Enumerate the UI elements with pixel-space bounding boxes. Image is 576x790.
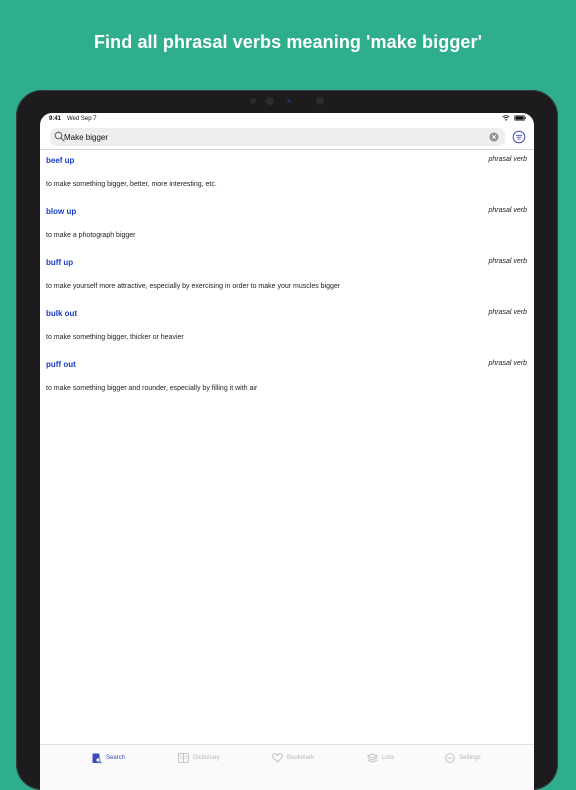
entry-part-of-speech: phrasal verb: [488, 156, 527, 163]
wifi-icon: [502, 115, 510, 121]
search-input[interactable]: [64, 129, 484, 145]
heart-icon: [272, 753, 283, 763]
entry-part-of-speech: phrasal verb: [488, 207, 527, 214]
filter-icon[interactable]: [512, 130, 526, 144]
page-headline: Find all phrasal verbs meaning 'make big…: [93, 32, 483, 52]
status-date: Wed Sep 7: [67, 116, 97, 122]
app-screen: 9:41 Wed Sep 7 Make bigger beef up phras…: [40, 113, 534, 790]
more-icon: [445, 753, 455, 763]
list-item[interactable]: bulk out phrasal verb to make something …: [40, 303, 534, 354]
entry-word[interactable]: puff out: [46, 360, 76, 369]
entry-part-of-speech: phrasal verb: [488, 360, 527, 367]
tab-lists[interactable]: Lists: [367, 750, 394, 766]
tab-dictionary[interactable]: Dictionary: [178, 750, 220, 766]
camera-housing: [250, 96, 330, 106]
battery-icon: [514, 115, 526, 121]
search-box[interactable]: [50, 128, 505, 146]
clear-icon[interactable]: [489, 132, 499, 142]
tab-settings[interactable]: Settings: [445, 750, 481, 766]
layers-icon: [367, 753, 378, 763]
entry-word[interactable]: beef up: [46, 156, 74, 165]
tab-label: Settings: [459, 755, 481, 761]
status-time: 9:41: [49, 116, 62, 122]
status-bar: 9:41 Wed Sep 7: [40, 113, 534, 127]
dictionary-icon: [178, 753, 189, 763]
entry-word[interactable]: blow up: [46, 207, 76, 216]
list-item[interactable]: buff up phrasal verb to make yourself mo…: [40, 252, 534, 303]
results-list: beef up phrasal verb to make something b…: [40, 150, 534, 405]
list-item[interactable]: puff out phrasal verb to make something …: [40, 354, 534, 405]
entry-definition: to make a photograph bigger: [46, 232, 136, 239]
tab-bar: Search Dictionary Bookmark Lists Setting…: [40, 744, 534, 790]
entry-part-of-speech: phrasal verb: [488, 309, 527, 316]
list-item[interactable]: blow up phrasal verb to make a photograp…: [40, 201, 534, 252]
tablet-frame: 9:41 Wed Sep 7 Make bigger beef up phras…: [16, 90, 558, 790]
tab-search[interactable]: Search: [92, 750, 125, 766]
list-item[interactable]: beef up phrasal verb to make something b…: [40, 150, 534, 201]
entry-definition: to make yourself more attractive, especi…: [46, 283, 341, 290]
entry-part-of-speech: phrasal verb: [488, 258, 527, 265]
entry-definition: to make something bigger and rounder, es…: [46, 385, 258, 392]
tab-label: Dictionary: [193, 755, 220, 761]
entry-definition: to make something bigger, better, more i…: [46, 181, 217, 188]
search-tab-icon: [92, 753, 102, 764]
entry-definition: to make something bigger, thicker or hea…: [46, 334, 184, 341]
search-bar-row: [40, 127, 534, 149]
entry-word[interactable]: bulk out: [46, 309, 77, 318]
tab-label: Lists: [382, 755, 395, 761]
tab-label: Bookmark: [287, 755, 315, 761]
entry-word[interactable]: buff up: [46, 258, 73, 267]
tab-bookmark[interactable]: Bookmark: [272, 750, 314, 766]
tab-label: Search: [106, 755, 126, 761]
